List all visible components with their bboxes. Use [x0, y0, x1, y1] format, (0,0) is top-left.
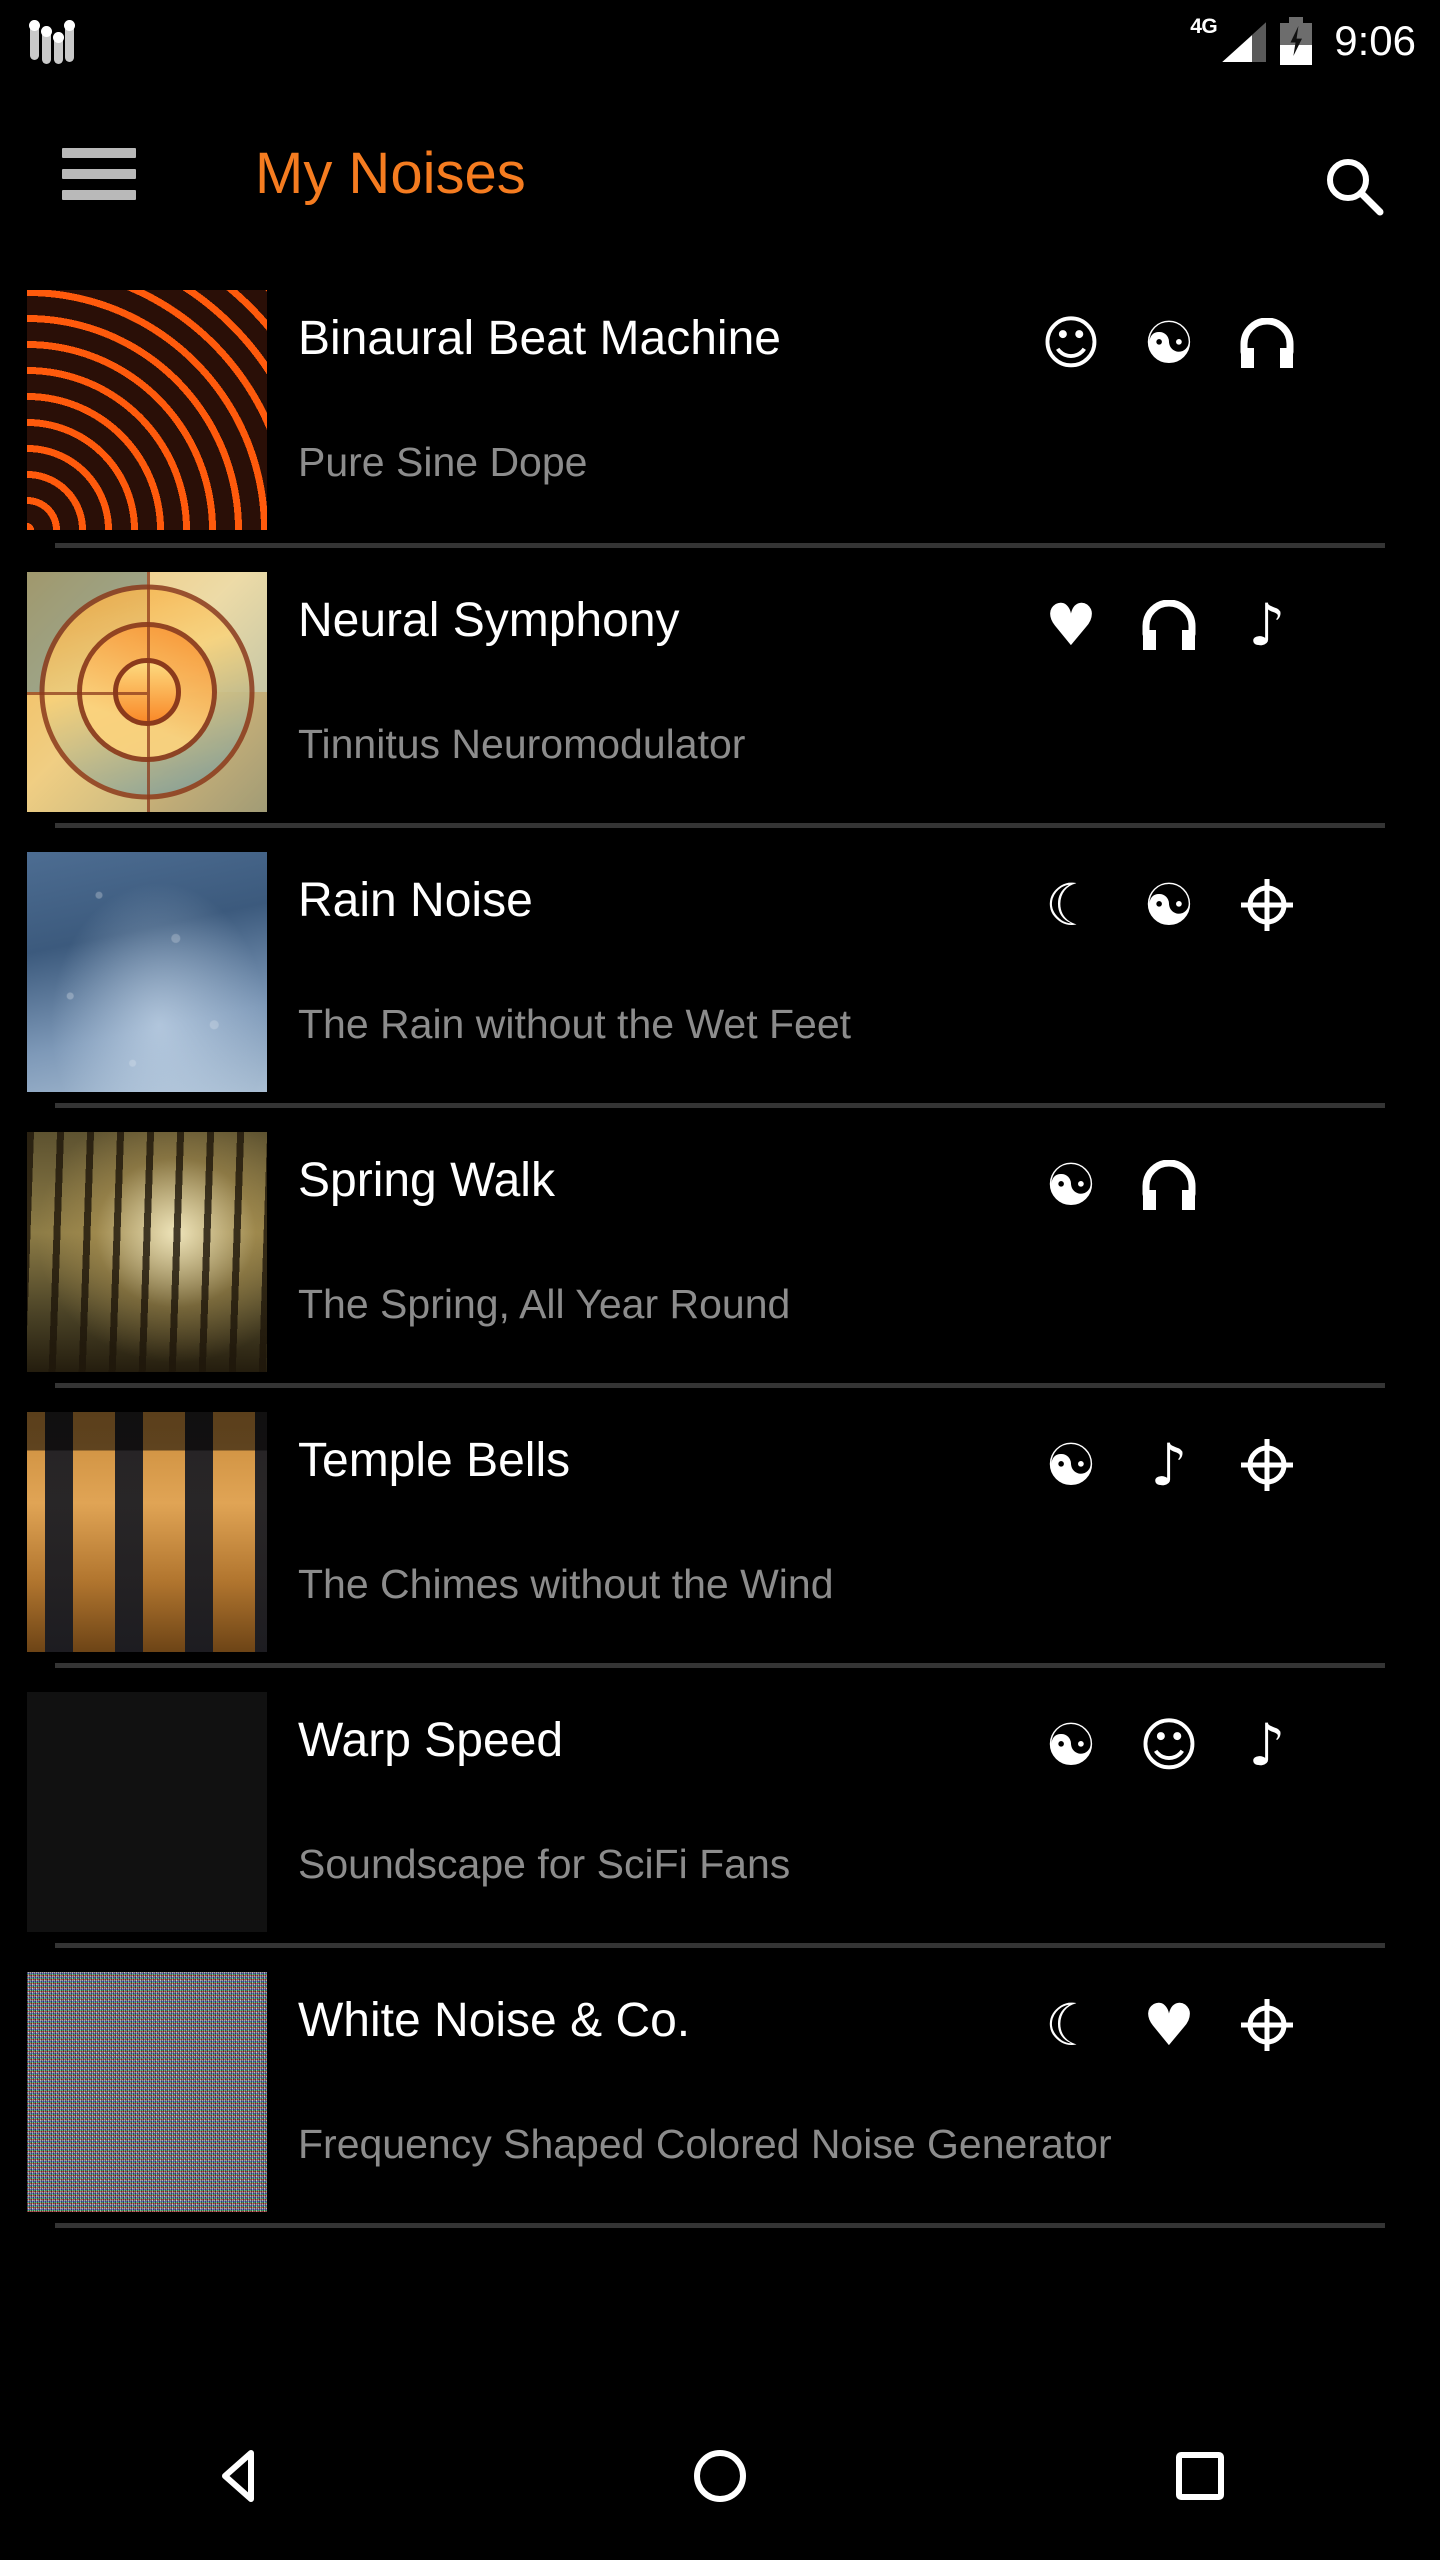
crosshair-icon[interactable]	[1236, 874, 1298, 936]
list-item-thumbnail	[27, 572, 267, 812]
list-item-subtitle: The Rain without the Wet Feet	[298, 1001, 852, 1047]
back-button[interactable]	[180, 2416, 300, 2536]
headphones-icon[interactable]	[1138, 594, 1200, 656]
headphones-icon[interactable]	[1138, 1154, 1200, 1216]
hamburger-bar-1	[62, 148, 136, 158]
hamburger-menu-icon[interactable]	[62, 148, 136, 200]
heart-icon[interactable]: ♥	[1138, 1994, 1200, 2056]
list-item-tags: ☾ ♥	[1040, 1994, 1298, 2056]
list-item[interactable]: Warp Speed Soundscape for SciFi Fans ☯ ☺…	[0, 1668, 1440, 1948]
list-item-subtitle: Soundscape for SciFi Fans	[298, 1841, 791, 1887]
list-item-title: White Noise & Co.	[298, 1994, 691, 2047]
status-bar-right: 4G 9:06	[1188, 15, 1416, 65]
search-icon	[1327, 159, 1384, 216]
android-navigation-bar	[0, 2392, 1440, 2560]
page-title: My Noises	[255, 141, 526, 206]
status-bar-left	[29, 18, 75, 64]
crosshair-glyph	[1241, 879, 1293, 931]
recents-button[interactable]	[1140, 2416, 1260, 2536]
list-item-subtitle: Frequency Shaped Colored Noise Generator	[298, 2121, 1112, 2167]
crosshair-icon[interactable]	[1236, 1434, 1298, 1496]
forest-art	[27, 1132, 267, 1372]
signal-bars-icon: 4G	[1188, 15, 1267, 65]
list-item[interactable]: Spring Walk The Spring, All Year Round ☯	[0, 1108, 1440, 1388]
list-item[interactable]: White Noise & Co. Frequency Shaped Color…	[0, 1948, 1440, 2228]
list-item-subtitle: Tinnitus Neuromodulator	[298, 721, 746, 767]
list-item-thumbnail	[27, 1132, 267, 1372]
list-item[interactable]: Binaural Beat Machine Pure Sine Dope ☺ ☯	[0, 266, 1440, 548]
list-item-tags: ☺ ☯	[1040, 312, 1298, 374]
search-button[interactable]	[1312, 144, 1398, 230]
yin-yang-icon[interactable]: ☯	[1138, 874, 1200, 936]
headphones-icon[interactable]	[1236, 312, 1298, 374]
orange-concentric-arcs-art	[27, 290, 267, 530]
list-item-thumbnail	[27, 1692, 267, 1932]
crescent-moon-icon[interactable]: ☾	[1040, 1994, 1102, 2056]
sliders-icon	[29, 18, 75, 64]
list-item-tags: ☯ ♪	[1040, 1434, 1298, 1496]
list-item-subtitle: Pure Sine Dope	[298, 439, 588, 485]
list-item-thumbnail	[27, 852, 267, 1092]
list-item-title: Neural Symphony	[298, 594, 680, 647]
list-item[interactable]: Temple Bells The Chimes without the Wind…	[0, 1388, 1440, 1668]
signal-triangle-level	[1222, 35, 1253, 62]
list-item-subtitle: The Chimes without the Wind	[298, 1561, 834, 1607]
list-item-thumbnail	[27, 1412, 267, 1652]
list-item-tags: ☯ ☺ ♪	[1040, 1714, 1298, 1776]
list-item-title: Warp Speed	[298, 1714, 564, 1767]
list-item-subtitle: The Spring, All Year Round	[298, 1281, 791, 1327]
target-rings-art	[27, 572, 267, 812]
list-item-tags: ☾ ☯	[1040, 874, 1298, 936]
music-note-icon[interactable]: ♪	[1236, 594, 1298, 656]
smiley-icon[interactable]: ☺	[1138, 1714, 1200, 1776]
headphones-glyph	[1240, 318, 1294, 368]
yin-yang-icon[interactable]: ☯	[1138, 312, 1200, 374]
list-item-title: Rain Noise	[298, 874, 533, 927]
list-item-title: Binaural Beat Machine	[298, 312, 781, 365]
list-item-thumbnail	[27, 1972, 267, 2212]
list-item[interactable]: Neural Symphony Tinnitus Neuromodulator …	[0, 548, 1440, 828]
noise-list: Binaural Beat Machine Pure Sine Dope ☺ ☯	[0, 266, 1440, 2228]
list-item-tags: ♥ ♪	[1040, 594, 1298, 656]
status-bar: 4G 9:06	[0, 0, 1440, 82]
crosshair-glyph	[1241, 1999, 1293, 2051]
rain-window-art	[27, 852, 267, 1092]
recents-square-icon	[1176, 2452, 1224, 2500]
list-item-thumbnail	[27, 290, 267, 530]
network-type-label: 4G	[1190, 15, 1218, 38]
list-divider	[55, 2223, 1385, 2228]
app-screen: 4G 9:06 My Noises Binaural Beat Machine …	[0, 0, 1440, 2560]
list-item-tags: ☯	[1040, 1154, 1200, 1216]
hamburger-bar-2	[62, 169, 136, 179]
yin-yang-icon[interactable]: ☯	[1040, 1434, 1102, 1496]
headphones-glyph	[1142, 1160, 1196, 1210]
hamburger-bar-3	[62, 190, 136, 200]
crosshair-icon[interactable]	[1236, 1994, 1298, 2056]
list-item[interactable]: Rain Noise The Rain without the Wet Feet…	[0, 828, 1440, 1108]
app-bar: My Noises	[0, 82, 1440, 266]
back-triangle-icon	[222, 2450, 254, 2502]
crescent-moon-icon[interactable]: ☾	[1040, 874, 1102, 936]
list-item-title: Spring Walk	[298, 1154, 555, 1207]
battery-charging-icon	[1280, 17, 1313, 65]
music-note-icon[interactable]: ♪	[1236, 1714, 1298, 1776]
status-bar-clock: 9:06	[1334, 17, 1416, 64]
yin-yang-icon[interactable]: ☯	[1040, 1154, 1102, 1216]
home-circle-icon	[694, 2450, 746, 2502]
smiley-icon[interactable]: ☺	[1040, 312, 1102, 374]
home-button[interactable]	[660, 2416, 780, 2536]
space-horizon-art	[27, 1692, 267, 1932]
music-note-icon[interactable]: ♪	[1138, 1434, 1200, 1496]
wind-chimes-art	[27, 1412, 267, 1652]
heart-icon[interactable]: ♥	[1040, 594, 1102, 656]
list-item-title: Temple Bells	[298, 1434, 571, 1487]
yin-yang-icon[interactable]: ☯	[1040, 1714, 1102, 1776]
static-noise-art	[27, 1972, 267, 2212]
headphones-glyph	[1142, 600, 1196, 650]
crosshair-glyph	[1241, 1439, 1293, 1491]
